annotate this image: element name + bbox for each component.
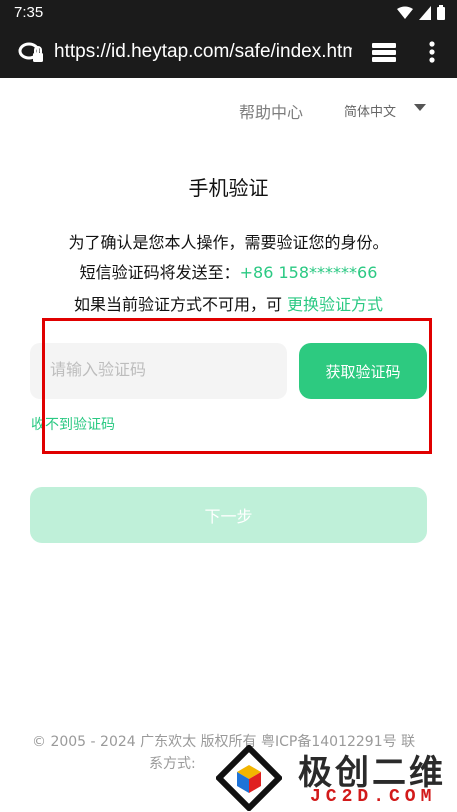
next-button[interactable]: 下一步 (30, 487, 427, 543)
battery-icon (437, 5, 445, 20)
status-icons (397, 5, 445, 20)
watermark: 极创二维 JC2D.COM (210, 743, 457, 812)
chevron-down-icon[interactable] (414, 104, 426, 111)
site-info-icon[interactable] (18, 41, 44, 65)
browser-toolbar: https://id.heytap.com/safe/index.html (0, 26, 457, 78)
page-title: 手机验证 (188, 176, 269, 200)
sms-send-label: 短信验证码将发送至： (79, 263, 240, 282)
alternate-method-text: 如果当前验证方式不可用，可 (73, 295, 288, 314)
sms-send-info: 短信验证码将发送至：+86 158******66 (0, 259, 457, 283)
help-center-link[interactable]: 帮助中心 (239, 99, 303, 123)
watermark-subtitle: JC2D.COM (310, 787, 437, 807)
status-time: 7:35 (14, 4, 44, 21)
switch-method-link[interactable]: 更换验证方式 (287, 295, 383, 314)
status-bar: 7:35 (0, 0, 457, 26)
alternate-method-info: 如果当前验证方式不可用，可 更换验证方式 (0, 291, 457, 315)
language-selector[interactable]: 简体中文 (344, 101, 396, 120)
signal-icon (419, 5, 431, 20)
wifi-icon (397, 6, 413, 19)
url-text[interactable]: https://id.heytap.com/safe/index.html (54, 41, 352, 63)
masked-phone-number: +86 158******66 (239, 263, 378, 282)
annotation-highlight-box (42, 318, 432, 454)
overflow-menu-icon[interactable] (428, 40, 436, 64)
tabs-icon[interactable] (371, 41, 397, 63)
cube-logo-icon (216, 745, 282, 811)
verify-description: 为了确认是您本人操作，需要验证您的身份。 (68, 233, 389, 252)
